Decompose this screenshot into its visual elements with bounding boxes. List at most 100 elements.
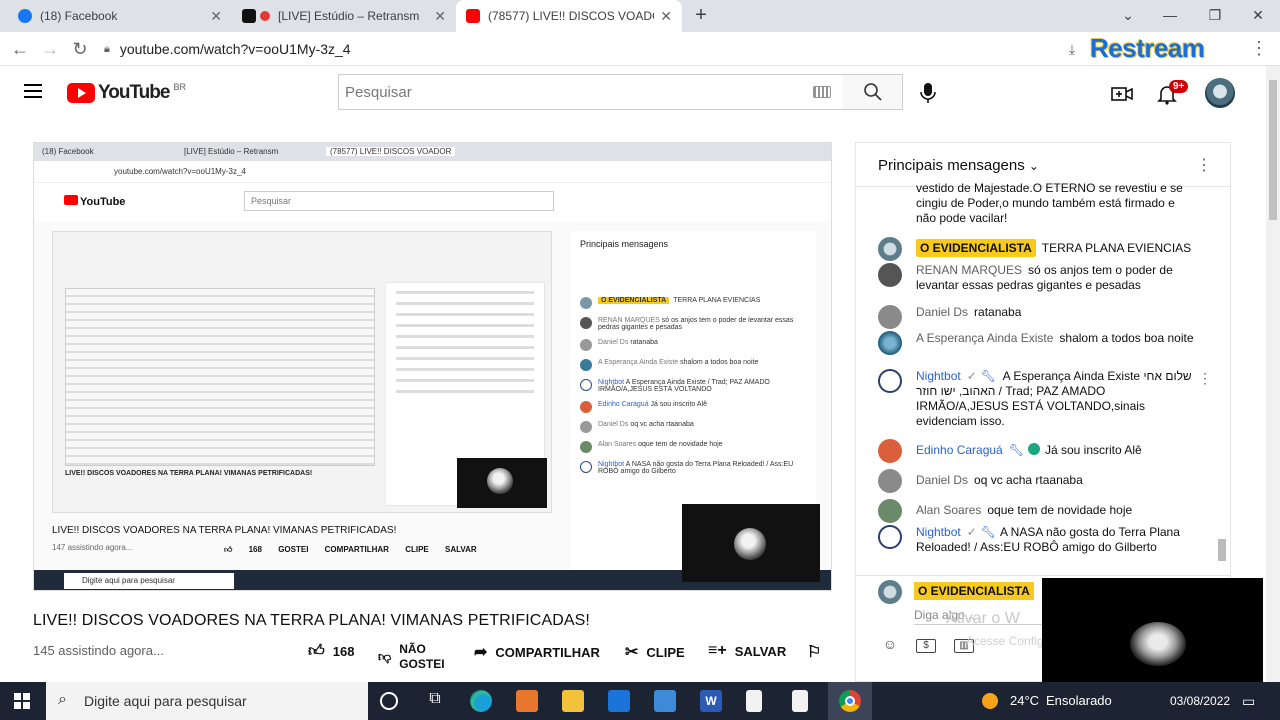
clip-button[interactable]: ✂ CLIPE xyxy=(625,642,685,662)
close-tab-icon[interactable]: ✕ xyxy=(660,8,672,25)
cortana-icon[interactable] xyxy=(380,692,398,710)
date[interactable]: 03/08/2022 xyxy=(1170,682,1230,720)
author-name[interactable]: A Esperança Ainda Existe xyxy=(916,331,1053,345)
moderator-wrench-icon: 🔧︎ xyxy=(1008,443,1024,457)
chat-message-partial: vestido de Majestade.O ETERNO se revesti… xyxy=(878,181,1198,226)
app-orange-icon[interactable] xyxy=(516,690,538,712)
share-button[interactable]: ➦ COMPARTILHAR xyxy=(474,642,600,662)
address-bar[interactable]: 🔒︎ youtube.com/watch?v=ooU1My-3z_4 xyxy=(104,36,1084,62)
edge-icon[interactable] xyxy=(470,690,492,712)
report-button[interactable]: ⚐ xyxy=(807,642,829,662)
word-icon[interactable]: W xyxy=(700,690,722,712)
temperature[interactable]: 24°C xyxy=(1010,682,1039,720)
browser-tab-restream[interactable]: [LIVE] Estúdio – Retransm ✕ xyxy=(232,0,456,32)
store-icon[interactable] xyxy=(608,690,630,712)
author-name[interactable]: Nightbot xyxy=(916,369,961,383)
mail-icon[interactable] xyxy=(654,690,676,712)
new-tab-button[interactable]: + xyxy=(690,4,712,26)
create-video-icon[interactable] xyxy=(1110,82,1134,106)
super-chat-icon[interactable]: $ xyxy=(916,639,936,653)
forward-icon[interactable]: → xyxy=(38,37,62,61)
chat-more-icon[interactable]: ⋮ xyxy=(1196,155,1212,175)
close-window-button[interactable]: ✕ xyxy=(1238,0,1278,32)
own-avatar xyxy=(878,580,902,604)
chat-message: A Esperança Ainda Existe shalom a todos b… xyxy=(878,331,1198,355)
search-button[interactable] xyxy=(843,74,903,110)
message-text: האהוב, ישו חוזר / Trad; PAZ AMADO xyxy=(916,384,1106,398)
notifications-icon[interactable]: ▭ xyxy=(1242,682,1255,720)
search-box xyxy=(338,74,844,110)
windows-start-icon[interactable] xyxy=(14,693,30,709)
document-icon[interactable] xyxy=(746,690,762,712)
own-channel-chip: O EVIDENCIALISTA xyxy=(914,582,1034,600)
dislike-button[interactable]: 👎︎ NÃO GOSTEI xyxy=(378,642,445,672)
lock-icon: 🔒︎ xyxy=(104,42,110,55)
nested-url: youtube.com/watch?v=ooU1My-3z_4 xyxy=(34,161,831,183)
like-button[interactable]: 👍︎ 168 xyxy=(308,642,354,661)
author-name[interactable]: Daniel Ds xyxy=(916,305,968,319)
task-view-icon[interactable]: ⧉ xyxy=(424,690,446,712)
back-icon[interactable]: ← xyxy=(8,37,32,61)
file-explorer-icon[interactable] xyxy=(562,690,584,712)
windows-activation-watermark: Ativar o W xyxy=(946,610,1020,627)
browser-tab-youtube[interactable]: (78577) LIVE!! DISCOS VOADOR ✕ xyxy=(456,0,682,32)
save-label: SALVAR xyxy=(734,643,787,659)
facebook-icon xyxy=(18,9,32,23)
install-icon[interactable]: ⤓ xyxy=(1060,37,1084,61)
avatar[interactable] xyxy=(878,499,902,523)
taskbar-search[interactable]: ⌕ Digite aqui para pesquisar xyxy=(46,682,368,720)
avatar[interactable] xyxy=(878,439,902,463)
chrome-taskbar-button[interactable] xyxy=(828,682,872,720)
avatar[interactable] xyxy=(878,305,902,329)
save-button[interactable]: ≡+ SALVAR xyxy=(708,642,786,660)
author-name[interactable]: Edinho Caraguá xyxy=(916,443,1003,457)
page-scrollbar[interactable] xyxy=(1266,66,1280,682)
close-tab-icon[interactable]: ✕ xyxy=(434,8,446,25)
nested-chat-header: Principais mensagens xyxy=(580,239,669,249)
nightbot-avatar[interactable] xyxy=(878,525,902,549)
video-player[interactable]: (18) Facebook [LIVE] Estúdio – Retransm … xyxy=(33,142,832,591)
restream-extension-logo[interactable]: Restream xyxy=(1090,33,1205,64)
author-name[interactable]: Daniel Ds xyxy=(916,473,968,487)
nested-video-title: LIVE!! DISCOS VOADORES NA TERRA PLANA! V… xyxy=(52,525,397,536)
weather-sun-icon[interactable] xyxy=(982,693,998,709)
browser-toolbar: ← → ↻ 🔒︎ youtube.com/watch?v=ooU1My-3z_4… xyxy=(0,32,1280,66)
avatar[interactable] xyxy=(878,331,902,355)
menu-icon[interactable] xyxy=(24,84,42,98)
minimize-button[interactable]: — xyxy=(1150,0,1190,32)
keyboard-icon[interactable] xyxy=(813,86,831,98)
nested-yt-header: YouTube Pesquisar xyxy=(34,183,831,221)
emoji-icon[interactable]: ☺ xyxy=(880,636,900,656)
page-scrollbar-thumb[interactable] xyxy=(1269,80,1277,220)
avatar[interactable] xyxy=(878,469,902,493)
weather-text[interactable]: Ensolarado xyxy=(1046,682,1112,720)
reload-icon[interactable]: ↻ xyxy=(68,37,92,61)
author-name[interactable]: RENAN MARQUES xyxy=(916,263,1022,277)
search-input[interactable] xyxy=(345,83,805,101)
microphone-icon[interactable] xyxy=(918,82,938,104)
browser-menu-icon[interactable]: ⋮ xyxy=(1250,38,1268,59)
message-more-icon[interactable]: ⋮ xyxy=(1198,371,1212,386)
tab-search-chevron-icon[interactable]: ⌄ xyxy=(1108,0,1148,32)
share-label: COMPARTILHAR xyxy=(495,644,600,660)
chat-mode-selector[interactable]: Principais mensagens ⌄ xyxy=(878,157,1039,174)
moderator-wrench-icon: 🔧︎ xyxy=(980,525,996,539)
chat-message: Nightbot ✓ 🔧︎ A Esperança Ainda Existe שלו… xyxy=(878,369,1212,429)
nightbot-avatar[interactable] xyxy=(878,369,902,393)
author-name[interactable]: Nightbot xyxy=(916,525,961,539)
chat-message: O EVIDENCIALISTA TERRA PLANA EVIENCIAS xyxy=(878,237,1198,261)
maximize-button[interactable]: ❐ xyxy=(1195,0,1235,32)
chat-scrollbar[interactable] xyxy=(1218,539,1226,561)
search-icon: ⌕ xyxy=(58,691,67,708)
taskbar-search-text: Digite aqui para pesquisar xyxy=(84,693,247,709)
browser-tab-facebook[interactable]: (18) Facebook ✕ xyxy=(8,0,232,32)
youtube-logo[interactable]: YouTube BR xyxy=(67,82,186,104)
browser-tab-strip: (18) Facebook ✕ [LIVE] Estúdio – Retrans… xyxy=(0,0,1280,32)
author-name[interactable]: Alan Soares xyxy=(916,503,981,517)
user-avatar[interactable] xyxy=(1205,78,1235,108)
author-chip[interactable]: O EVIDENCIALISTA xyxy=(916,239,1036,257)
close-tab-icon[interactable]: ✕ xyxy=(210,8,222,25)
avatar[interactable] xyxy=(878,237,902,261)
document-icon[interactable] xyxy=(792,690,808,712)
avatar[interactable] xyxy=(878,263,902,287)
